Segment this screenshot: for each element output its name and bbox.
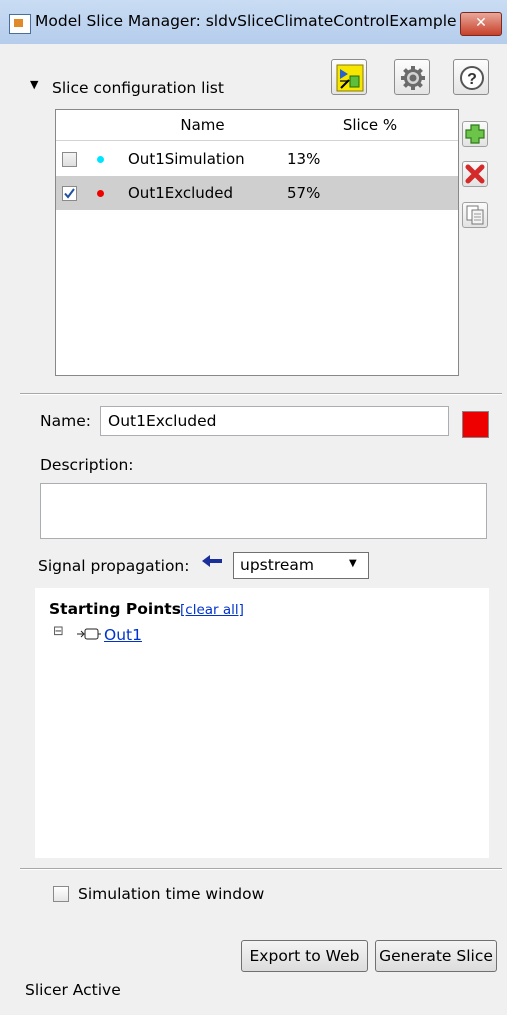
header-color-col	[90, 110, 124, 141]
checkmark-icon	[64, 188, 75, 199]
starting-point-item[interactable]: Out1	[104, 626, 142, 644]
propagation-select-value: upstream	[240, 556, 314, 574]
app-icon	[9, 14, 31, 34]
name-label: Name:	[40, 412, 91, 430]
copy-icon	[466, 205, 484, 225]
name-field-value: Out1Excluded	[108, 412, 217, 430]
column-header-name[interactable]: Name	[123, 110, 283, 141]
client-area: ? ▼ Slice configuration list Name Slice …	[20, 46, 502, 1015]
close-icon: ✕	[475, 15, 487, 31]
help-button[interactable]: ?	[453, 59, 489, 95]
row-slice-percent: 13%	[287, 150, 321, 168]
collapse-toggle-icon[interactable]: ▼	[30, 78, 38, 91]
model-slice-manager-window: Model Slice Manager: sldvSliceClimateCon…	[0, 0, 507, 1015]
divider	[20, 393, 502, 395]
row-name: Out1Excluded	[128, 184, 234, 202]
table-row-selected[interactable]: Out1Excluded 57%	[56, 176, 458, 210]
name-field[interactable]: Out1Excluded	[100, 406, 449, 436]
highlight-model-button[interactable]	[331, 59, 367, 95]
slice-config-list-label: Slice configuration list	[52, 79, 224, 97]
table-row[interactable]: Out1Simulation 13%	[56, 142, 458, 176]
left-arrow-icon	[200, 553, 224, 569]
divider	[20, 868, 502, 870]
row-color-dot	[97, 190, 104, 197]
propagation-select[interactable]: upstream ▼	[233, 552, 369, 579]
starting-points-heading: Starting Points	[49, 600, 181, 618]
collapse-tree-icon[interactable]: ⊟	[53, 624, 64, 639]
svg-text:?: ?	[467, 71, 477, 88]
add-icon	[465, 124, 485, 144]
description-field[interactable]	[40, 483, 487, 539]
slice-color-picker[interactable]	[462, 411, 489, 438]
signal-propagation-label: Signal propagation:	[38, 557, 190, 575]
gear-icon	[401, 66, 425, 90]
clear-all-link[interactable]: [clear all]	[180, 602, 244, 618]
add-configuration-button[interactable]	[462, 121, 488, 147]
help-icon: ?	[460, 66, 484, 90]
settings-button[interactable]	[394, 59, 430, 95]
simulation-time-window-checkbox[interactable]	[53, 886, 69, 902]
slice-config-table[interactable]: Name Slice % Out1Simulation 13% Out1Excl…	[55, 109, 459, 376]
title-bar: Model Slice Manager: sldvSliceClimateCon…	[0, 0, 507, 44]
row-checkbox[interactable]	[62, 152, 77, 167]
row-name: Out1Simulation	[128, 150, 245, 168]
row-slice-percent: 57%	[287, 184, 321, 202]
highlight-model-icon	[336, 64, 364, 92]
row-color-dot	[97, 156, 104, 163]
outport-block-icon	[76, 627, 102, 641]
status-text: Slicer Active	[25, 981, 121, 999]
close-button[interactable]: ✕	[460, 12, 502, 36]
delete-icon	[465, 164, 485, 184]
row-checkbox-checked[interactable]	[62, 186, 77, 201]
header-check-col	[56, 110, 91, 141]
generate-slice-button[interactable]: Generate Slice	[375, 940, 497, 972]
description-label: Description:	[40, 456, 134, 474]
window-title: Model Slice Manager: sldvSliceClimateCon…	[35, 12, 457, 30]
starting-points-panel: Starting Points [clear all] ⊟ Out1	[35, 588, 489, 858]
simulation-time-window-label: Simulation time window	[78, 885, 265, 903]
export-to-web-button[interactable]: Export to Web	[241, 940, 368, 972]
delete-configuration-button[interactable]	[462, 161, 488, 187]
column-header-slice[interactable]: Slice %	[282, 110, 458, 141]
copy-configuration-button[interactable]	[462, 202, 488, 228]
chevron-down-icon: ▼	[349, 558, 357, 569]
